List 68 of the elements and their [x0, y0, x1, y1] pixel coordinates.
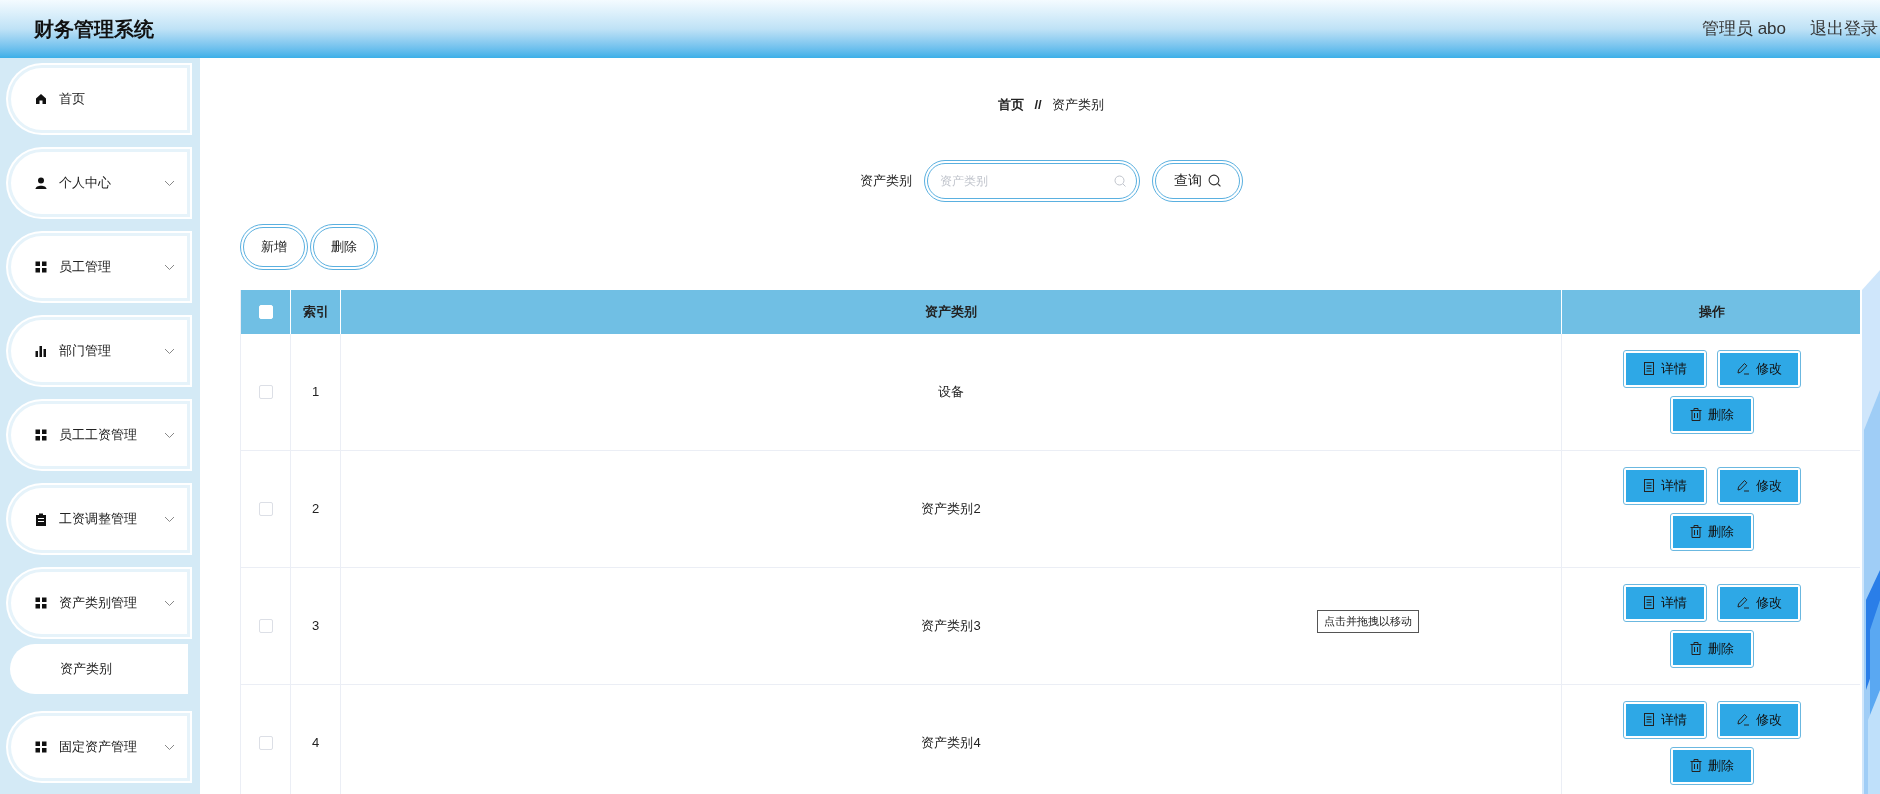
document-icon — [1643, 596, 1655, 609]
breadcrumb-separator: // — [1034, 96, 1042, 114]
checkbox[interactable] — [258, 384, 273, 399]
document-icon — [1643, 713, 1655, 726]
column-header: 操作 — [1698, 302, 1726, 321]
grid-icon — [35, 741, 47, 753]
submenu-item[interactable]: 资产类别 — [10, 644, 188, 694]
column-header: 资产类别 — [341, 289, 1562, 334]
delete-button[interactable]: 删除 — [310, 223, 378, 270]
grid-icon — [35, 597, 47, 609]
grid-icon — [35, 429, 47, 441]
edit-button[interactable]: 修改 — [1718, 350, 1800, 387]
details-button[interactable]: 详情 — [1624, 350, 1706, 387]
document-icon — [1643, 362, 1655, 375]
clipboard-icon — [35, 512, 47, 526]
search-icon — [1113, 174, 1126, 187]
search-field[interactable]: 资产类别 — [923, 159, 1140, 202]
trash-icon — [1690, 525, 1702, 538]
pencil-icon — [1736, 362, 1750, 375]
checkbox[interactable] — [258, 501, 273, 516]
chevron-down-icon — [164, 347, 175, 355]
details-button[interactable]: 详情 — [1624, 467, 1706, 504]
search-icon — [1207, 174, 1221, 187]
chevron-down-icon — [164, 179, 175, 187]
add-button[interactable]: 新增 — [240, 223, 308, 270]
bar-chart-icon — [35, 345, 47, 357]
edit-button[interactable]: 修改 — [1718, 701, 1800, 738]
trash-icon — [1690, 642, 1702, 655]
pencil-icon — [1736, 479, 1750, 492]
chevron-down-icon — [164, 263, 175, 271]
breadcrumb-link[interactable]: 首页 — [998, 95, 1025, 115]
trash-icon — [1690, 408, 1702, 421]
table-cell: 4 — [291, 684, 341, 794]
table-cell: 2 — [291, 450, 341, 567]
delete-button[interactable]: 删除 — [1671, 747, 1753, 784]
chevron-down-icon — [164, 743, 175, 751]
pencil-icon — [1736, 713, 1750, 726]
table-cell: 3 — [291, 567, 341, 684]
search-label: 资产类别 — [859, 171, 912, 190]
table-cell: 1 — [291, 333, 341, 450]
tooltip: 点击并拖拽以移动 — [1317, 610, 1419, 633]
chevron-down-icon — [164, 515, 175, 523]
checkbox[interactable] — [258, 735, 273, 750]
app-title: 财务管理系统 — [34, 17, 154, 42]
home-icon — [35, 93, 47, 105]
table-cell: 资产类别4 — [341, 684, 1562, 794]
table-cell: 资产类别2 — [341, 450, 1562, 567]
column-header: 索引 — [291, 289, 341, 334]
logout-link[interactable]: 退出登录 — [1810, 16, 1878, 42]
search-button[interactable]: 查询 — [1151, 159, 1243, 202]
trash-icon — [1690, 759, 1702, 772]
delete-button[interactable]: 删除 — [1671, 396, 1753, 433]
checkbox[interactable] — [258, 618, 273, 633]
document-icon — [1643, 479, 1655, 492]
grid-icon — [35, 261, 47, 273]
pencil-icon — [1736, 596, 1750, 609]
edit-button[interactable]: 修改 — [1718, 584, 1800, 621]
user-name: 管理员 abo — [1701, 18, 1786, 41]
delete-button[interactable]: 删除 — [1671, 513, 1753, 550]
details-button[interactable]: 详情 — [1624, 701, 1706, 738]
chevron-down-icon — [164, 431, 175, 439]
table-cell: 设备 — [341, 333, 1562, 450]
user-icon — [35, 177, 47, 189]
chevron-down-icon — [164, 599, 175, 607]
details-button[interactable]: 详情 — [1624, 584, 1706, 621]
breadcrumb-current: 资产类别 — [1051, 96, 1104, 114]
edit-button[interactable]: 修改 — [1718, 467, 1800, 504]
delete-button[interactable]: 删除 — [1671, 630, 1753, 667]
